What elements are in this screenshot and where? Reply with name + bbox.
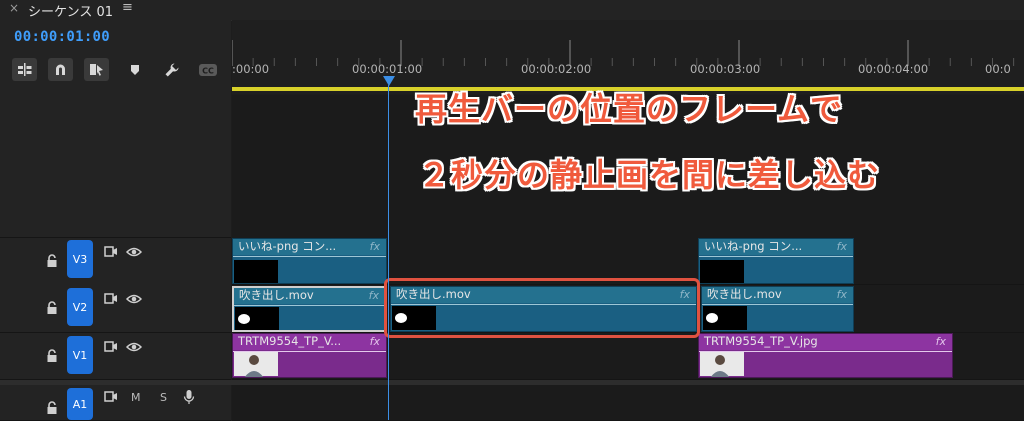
clip-v1-photo-2[interactable]: TRTM9554_TP_V.jpg fx: [698, 333, 953, 378]
sync-lock-icon[interactable]: [104, 246, 118, 258]
clip-v3-iine-1[interactable]: いいね-png コン... fx: [232, 238, 387, 284]
timeline-header-controls: [0, 20, 231, 237]
ruler-label: :00:00: [232, 62, 270, 76]
track-target-v2[interactable]: V2: [67, 288, 93, 326]
clip-thumbnail: [235, 307, 279, 330]
fx-badge[interactable]: fx: [370, 335, 380, 348]
clip-thumbnail: [234, 260, 278, 283]
clip-v2-fukidashi-1[interactable]: 吹き出し.mov fx: [232, 286, 387, 332]
ruler-ticks: [232, 40, 1015, 66]
clip-thumbnail: [703, 306, 747, 330]
speech-bubble-icon: [706, 313, 718, 323]
sync-lock-icon[interactable]: [104, 341, 118, 353]
track-lock-icon[interactable]: [46, 349, 58, 363]
speech-bubble-icon: [238, 314, 250, 324]
clip-name: 吹き出し.mov: [234, 288, 385, 304]
caption-line-1: 再生バーの位置のフレームで: [415, 90, 844, 128]
opacity-line: [702, 304, 853, 305]
close-tab-icon[interactable]: ×: [9, 1, 19, 15]
snap-magnet-icon[interactable]: [48, 58, 73, 81]
clip-thumbnail: [234, 352, 278, 377]
ruler-label: 00:00:01:00: [352, 62, 423, 76]
svg-text:CC: CC: [202, 66, 214, 75]
sync-lock-icon[interactable]: [104, 391, 118, 403]
caption-line-2: ２秒分の静止画を間に差し込む: [418, 156, 881, 194]
add-marker-icon[interactable]: [122, 58, 147, 81]
playhead-handle[interactable]: [383, 76, 395, 86]
clip-thumbnail: [700, 352, 744, 377]
ruler-label: 00:00:02:00: [521, 62, 592, 76]
fx-badge[interactable]: fx: [369, 289, 379, 302]
eye-visibility-icon[interactable]: [126, 341, 142, 353]
ruler-label: 00:0: [985, 62, 1011, 76]
clip-name: TRTM9554_TP_V...: [233, 334, 386, 350]
wrench-settings-icon[interactable]: [159, 58, 184, 81]
captions-cc-icon[interactable]: CC: [195, 58, 220, 81]
clip-v2-fukidashi-2[interactable]: 吹き出し.mov fx: [701, 286, 854, 332]
fx-badge[interactable]: fx: [837, 288, 847, 301]
clip-v3-iine-2[interactable]: いいね-png コン... fx: [698, 238, 854, 284]
inserted-still-highlight: [384, 278, 700, 338]
opacity-line: [233, 256, 386, 257]
opacity-line: [234, 305, 385, 306]
eye-visibility-icon[interactable]: [126, 246, 142, 258]
clip-name: 吹き出し.mov: [702, 287, 853, 303]
track-lock-icon[interactable]: [46, 301, 58, 315]
person-photo-icon: [710, 355, 730, 377]
track-target-v3[interactable]: V3: [67, 240, 93, 278]
insert-ripple-icon[interactable]: [12, 58, 37, 81]
clip-name: いいね-png コン...: [233, 239, 386, 255]
track-header-v3: [0, 237, 231, 286]
person-photo-icon: [244, 355, 264, 377]
track-target-v1[interactable]: V1: [67, 336, 93, 374]
clip-v1-photo-1[interactable]: TRTM9554_TP_V... fx: [232, 333, 387, 378]
linked-selection-icon[interactable]: [84, 58, 109, 81]
eye-visibility-icon[interactable]: [126, 293, 142, 305]
sync-lock-icon[interactable]: [104, 293, 118, 305]
panel-menu-icon[interactable]: ≡: [122, 0, 133, 15]
ruler-label: 00:00:03:00: [690, 62, 761, 76]
time-ruler[interactable]: [232, 20, 1024, 94]
microphone-icon[interactable]: [183, 389, 195, 405]
mute-toggle[interactable]: M: [131, 391, 141, 404]
track-target-a1[interactable]: A1: [67, 388, 93, 420]
fx-badge[interactable]: fx: [370, 240, 380, 253]
sequence-tab-title[interactable]: シーケンス 01: [28, 1, 113, 20]
track-lock-icon[interactable]: [46, 254, 58, 268]
clip-name: TRTM9554_TP_V.jpg: [699, 334, 952, 350]
fx-badge[interactable]: fx: [837, 240, 847, 253]
ruler-label: 00:00:04:00: [858, 62, 929, 76]
playhead-timecode[interactable]: 00:00:01:00: [14, 29, 110, 45]
clip-name: いいね-png コン...: [699, 239, 853, 255]
opacity-line: [699, 256, 853, 257]
playhead-line[interactable]: [388, 85, 389, 420]
fx-badge[interactable]: fx: [936, 335, 946, 348]
track-lane-a1[interactable]: [232, 385, 1024, 421]
panel-tab-bar: × シーケンス 01 ≡: [0, 0, 1024, 21]
solo-toggle[interactable]: S: [160, 391, 167, 404]
track-lock-icon[interactable]: [46, 401, 58, 415]
clip-thumbnail: [700, 260, 744, 283]
